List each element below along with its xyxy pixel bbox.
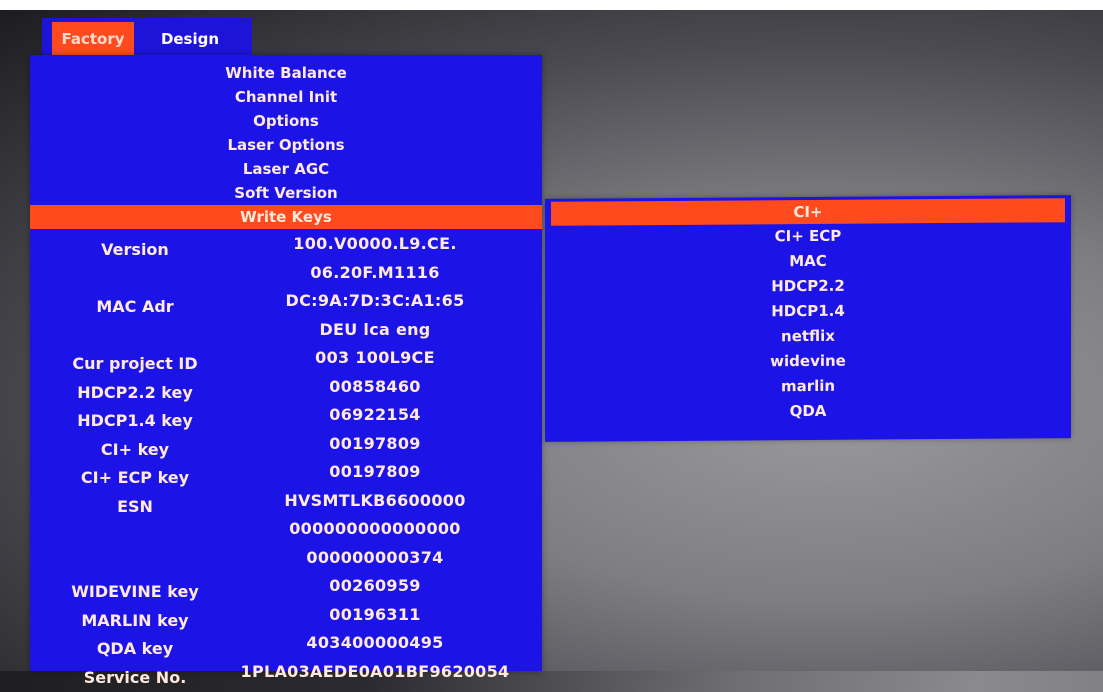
info-row-mac-adr: MAC Adr DC:9A:7D:3C:A1:65 xyxy=(30,287,542,316)
info-value: 00858460 xyxy=(329,376,421,396)
info-row-esn: ESN HVSMTLKB6600000 xyxy=(30,487,542,516)
tab-design[interactable]: Design xyxy=(148,22,232,56)
submenu-item-mac[interactable]: MAC xyxy=(545,247,1071,276)
info-value: 00260959 xyxy=(329,576,421,595)
submenu-item-ci-plus-ecp[interactable]: CI+ ECP xyxy=(545,222,1071,251)
device-info-table: Version 100.V0000.L9.CE. 06.20F.M1116 MA… xyxy=(30,230,542,687)
info-value: DC:9A:7D:3C:A1:65 xyxy=(285,291,465,310)
info-value: 00196311 xyxy=(329,604,421,624)
info-value: HVSMTLKB6600000 xyxy=(284,490,466,510)
info-value: 06922154 xyxy=(329,405,421,424)
submenu-item-hdcp22[interactable]: HDCP2.2 xyxy=(545,272,1071,301)
submenu-item-widevine[interactable]: widevine xyxy=(545,347,1071,376)
info-value: DEU lca eng xyxy=(319,319,431,339)
menu-item-laser-agc[interactable]: Laser AGC xyxy=(30,157,542,181)
tab-factory[interactable]: Factory xyxy=(52,22,134,56)
info-row-marlin-key: MARLIN key 00196311 xyxy=(30,601,542,630)
top-border xyxy=(0,0,1103,10)
info-row-version-cont: 06.20F.M1116 xyxy=(30,259,542,288)
menu-item-write-keys[interactable]: Write Keys xyxy=(30,205,542,229)
menu-item-channel-init[interactable]: Channel Init xyxy=(30,85,542,109)
submenu-item-hdcp14[interactable]: HDCP1.4 xyxy=(545,297,1071,326)
info-row-version: Version 100.V0000.L9.CE. xyxy=(30,230,542,259)
info-value: 00197809 xyxy=(329,462,421,481)
info-row-qda-key: QDA key 403400000495 xyxy=(30,629,542,658)
info-row-ci-ecp-key: CI+ ECP key 00197809 xyxy=(30,458,542,487)
info-row-ci-key: CI+ key 00197809 xyxy=(30,430,542,459)
info-row-hdcp14-key: HDCP1.4 key 06922154 xyxy=(30,401,542,430)
info-value: 06.20F.M1116 xyxy=(310,262,440,282)
info-value: 000000000000000 xyxy=(289,519,461,538)
factory-menu-list: White Balance Channel Init Options Laser… xyxy=(30,61,542,229)
info-label: Service No. xyxy=(83,667,187,687)
submenu-item-ci-plus[interactable]: CI+ xyxy=(551,198,1065,226)
info-row-esn-cont-1: 000000000000000 xyxy=(30,515,542,544)
info-value: 003 100L9CE xyxy=(315,348,435,367)
info-value: 100.V0000.L9.CE. xyxy=(293,234,457,253)
info-value: 00197809 xyxy=(329,433,421,453)
factory-menu-panel: White Balance Channel Init Options Laser… xyxy=(30,55,542,687)
tab-bar: Factory Design xyxy=(42,18,252,58)
menu-item-options[interactable]: Options xyxy=(30,109,542,133)
write-keys-submenu: CI+ CI+ ECP MAC HDCP2.2 HDCP1.4 netflix … xyxy=(545,195,1071,442)
submenu-item-qda[interactable]: QDA xyxy=(545,397,1071,426)
info-row-service-no: Service No. 1PLA03AEDE0A01BF9620054 xyxy=(30,658,542,687)
menu-item-soft-version[interactable]: Soft Version xyxy=(30,181,542,205)
info-row-project-id: Cur project ID 003 100L9CE xyxy=(30,344,542,373)
info-value: 000000000374 xyxy=(306,547,444,567)
menu-item-laser-options[interactable]: Laser Options xyxy=(30,133,542,157)
info-row-widevine-key: WIDEVINE key 00260959 xyxy=(30,572,542,601)
info-value: 1PLA03AEDE0A01BF9620054 xyxy=(240,661,510,681)
info-row-esn-cont-2: 000000000374 xyxy=(30,544,542,573)
info-row-hdcp22-key: HDCP2.2 key 00858460 xyxy=(30,373,542,402)
info-value: 403400000495 xyxy=(306,633,444,652)
submenu-item-marlin[interactable]: marlin xyxy=(545,372,1071,401)
submenu-item-netflix[interactable]: netflix xyxy=(545,322,1071,351)
info-row-locale: DEU lca eng xyxy=(30,316,542,345)
menu-item-white-balance[interactable]: White Balance xyxy=(30,61,542,85)
